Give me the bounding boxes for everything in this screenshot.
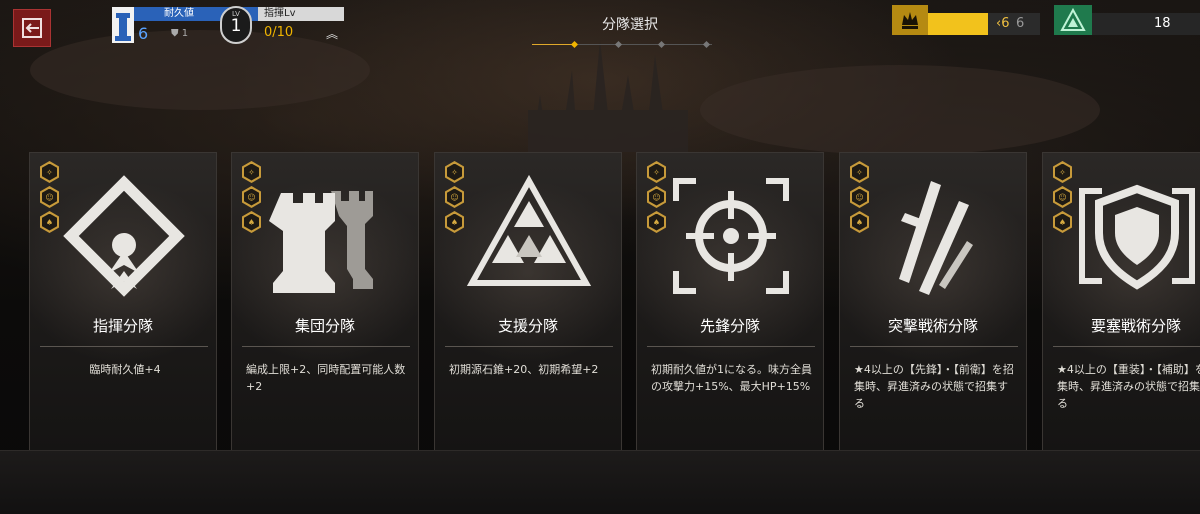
step-line-pending <box>578 44 712 45</box>
squad-card-support[interactable]: ✧ ☺ ♠ 支援分隊 初期源石錐+20、初期希望+2 <box>434 152 622 452</box>
divider <box>647 346 815 347</box>
squad-card-assault[interactable]: ✧ ☺ ♠ 突撃戦術分隊 ★4以上の【先鋒】・【前衛】を招集時、昇進済みの状態で… <box>839 152 1027 452</box>
divider <box>1053 346 1200 347</box>
badge-icon: ☺ <box>850 186 869 208</box>
step-dot <box>657 40 666 49</box>
command-value: 0/10 <box>264 25 294 40</box>
badge-column: ✧ ☺ ♠ <box>647 161 667 236</box>
badge-icon: ✧ <box>647 161 666 183</box>
step-indicator <box>532 40 712 49</box>
badge-icon: ✧ <box>850 161 869 183</box>
card-title: 集団分隊 <box>294 317 355 335</box>
card-description: 臨時耐久値+4 <box>89 363 161 376</box>
squad-card-vanguard[interactable]: ✧ ☺ ♠ 先鋒分隊 初期耐久値が1になる。味方全員の攻撃力+15%、最大HP+… <box>636 152 824 452</box>
divider <box>850 346 1018 347</box>
level-badge: LV 1 <box>220 6 252 44</box>
command-label: 指揮Lv <box>258 7 344 21</box>
card-description: 編成上限+2、同時配置可能人数+2 <box>246 363 406 393</box>
badge-column: ✧ ☺ ♠ <box>40 161 60 236</box>
tower-icon <box>112 7 134 43</box>
badge-icon: ♠ <box>242 211 261 233</box>
divider <box>445 346 613 347</box>
badge-icon: ✧ <box>40 161 59 183</box>
crown-icon <box>892 5 928 35</box>
squad-card-collective[interactable]: ✧ ☺ ♠ 集団分隊 編成上限+2、同時配置可能人数+2 <box>231 152 419 452</box>
fortress-tactics-emblem <box>1079 184 1195 290</box>
badge-icon: ✧ <box>1053 161 1072 183</box>
divider <box>242 346 410 347</box>
shield-value: ⛊ 1 <box>171 28 189 39</box>
badge-icon: ✧ <box>445 161 464 183</box>
exit-icon <box>22 18 42 38</box>
badge-column: ✧ ☺ ♠ <box>445 161 465 236</box>
card-description: ★4以上の【重装】・【補助】を招集時、昇進済みの状態で招集する <box>1057 363 1200 410</box>
card-title: 支援分隊 <box>497 317 558 335</box>
card-title: 先鋒分隊 <box>699 317 760 335</box>
support-squad-emblem <box>466 174 592 286</box>
step-dot <box>702 40 711 49</box>
durability-value: 6 <box>138 24 149 43</box>
divider <box>40 346 208 347</box>
chevron-up-icon[interactable]: ︽ <box>326 25 338 42</box>
squad-card-command[interactable]: ✧ ☺ ♠ 指揮分隊 臨時耐久値+4 <box>29 152 217 452</box>
badge-column: ✧ ☺ ♠ <box>1053 161 1073 236</box>
badge-icon: ♠ <box>40 211 59 233</box>
card-title: 指揮分隊 <box>92 317 153 335</box>
squad-card-fortress[interactable]: ✧ ☺ ♠ 要塞戦術分隊 ★4以上の【重装】・【補助】を招集時、昇進済みの状態で… <box>1042 152 1200 452</box>
badge-icon: ☺ <box>647 186 666 208</box>
command-squad-emblem <box>63 175 185 297</box>
badge-icon: ☺ <box>242 186 261 208</box>
step-dot <box>614 40 623 49</box>
badge-icon: ☺ <box>40 186 59 208</box>
card-title: 突撃戦術分隊 <box>887 317 978 335</box>
exit-button[interactable] <box>13 9 51 47</box>
card-description: ★4以上の【先鋒】・【前衛】を招集時、昇進済みの状態で招集する <box>854 363 1014 410</box>
collective-squad-emblem <box>269 191 373 293</box>
hope-counter: ‹6 6 <box>892 5 1040 35</box>
originium-counter: 18 <box>1054 5 1200 35</box>
card-description: 初期源石錐+20、初期希望+2 <box>449 363 599 376</box>
badge-column: ✧ ☺ ♠ <box>242 161 262 236</box>
badge-icon: ☺ <box>1053 186 1072 208</box>
assault-tactics-emblem <box>899 181 973 295</box>
originium-icon <box>1054 5 1092 35</box>
badge-icon: ✧ <box>242 161 261 183</box>
hope-current: ‹6 <box>996 16 1010 31</box>
bottom-bar <box>0 450 1200 514</box>
page-title: 分隊選択 <box>602 17 658 33</box>
level-value: 1 <box>230 16 242 36</box>
badge-icon: ♠ <box>850 211 869 233</box>
card-title: 要塞戦術分隊 <box>1090 317 1181 335</box>
card-description: 初期耐久値が1になる。味方全員の攻撃力+15%、最大HP+15% <box>651 363 812 393</box>
badge-icon: ♠ <box>1053 211 1072 233</box>
hope-bar <box>928 13 988 35</box>
hope-max: 6 <box>1016 16 1025 31</box>
badge-icon: ♠ <box>445 211 464 233</box>
badge-icon: ☺ <box>445 186 464 208</box>
badge-icon: ♠ <box>647 211 666 233</box>
shield-icon: ⛊ <box>171 28 179 39</box>
originium-value: 18 <box>1154 16 1171 31</box>
vanguard-squad-emblem <box>673 178 789 294</box>
badge-column: ✧ ☺ ♠ <box>850 161 870 236</box>
step-line-done <box>532 44 574 45</box>
step-dot-current <box>570 40 579 49</box>
status-panel: 耐久値 6 ⛊ 1 LV 1 指揮Lv 0/10 ︽ <box>112 6 344 44</box>
